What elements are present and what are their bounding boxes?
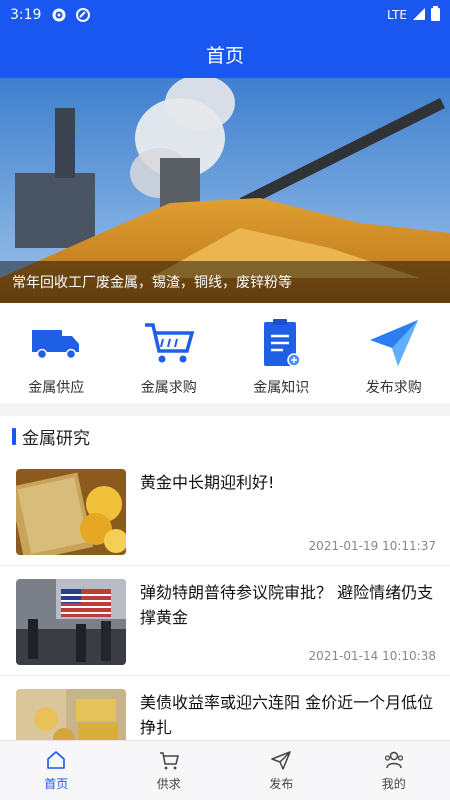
news-date: 2021-01-19 10:11:37 bbox=[308, 539, 436, 553]
news-item[interactable]: 黄金中长期迎利好! 2021-01-19 10:11:37 bbox=[0, 456, 450, 566]
section-header: 金属研究 bbox=[0, 416, 450, 456]
tab-label: 发布 bbox=[269, 777, 294, 791]
news-thumbnail bbox=[16, 469, 126, 555]
truck-icon bbox=[28, 317, 84, 369]
tab-label: 我的 bbox=[381, 777, 406, 791]
news-item[interactable]: 弹劾特朗普待参议院审批？ 避险情绪仍支撑黄金 2021-01-14 10:10:… bbox=[0, 566, 450, 676]
news-title: 黄金中长期迎利好! bbox=[140, 473, 275, 492]
quick-link-label: 金属供应 bbox=[28, 380, 85, 396]
page-title: 首页 bbox=[205, 44, 244, 67]
news-date: 2021-01-14 10:10:38 bbox=[308, 649, 436, 663]
settings-gear-icon bbox=[51, 7, 67, 23]
data-saver-icon bbox=[75, 7, 91, 23]
quick-link-label: 发布求购 bbox=[365, 380, 422, 396]
tab-mine[interactable]: 我的 bbox=[338, 741, 450, 800]
users-icon bbox=[384, 751, 403, 769]
signal-icon bbox=[413, 7, 425, 23]
metal-supply-button[interactable]: 金属供应 bbox=[0, 303, 113, 403]
tab-publish[interactable]: 发布 bbox=[225, 741, 338, 800]
status-right: LTE bbox=[387, 6, 440, 24]
tab-label: 首页 bbox=[44, 777, 69, 791]
quick-link-label: 金属知识 bbox=[253, 380, 310, 396]
metal-research-section: 金属研究 黄金中长期迎利好! 2021-01-19 10:11:37 弹劾特朗普… bbox=[0, 416, 450, 740]
news-item[interactable]: 美债收益率或迎六连阳 金价近一个月低位挣扎 bbox=[0, 676, 450, 740]
banner-caption: 常年回收工厂废金属，锡渣，铜线，废锌粉等 bbox=[0, 261, 450, 303]
news-thumbnail bbox=[16, 579, 126, 665]
cart-icon bbox=[141, 317, 197, 369]
quick-links: 金属供应 金属求购 金属知识 发布求购 bbox=[0, 303, 450, 403]
section-title: 金属研究 bbox=[22, 428, 90, 449]
bottom-tab-bar: 首页 供求 发布 我的 bbox=[0, 740, 450, 800]
news-title: 弹劾特朗普待参议院审批？ 避险情绪仍支撑黄金 bbox=[140, 583, 434, 627]
news-thumbnail bbox=[16, 689, 126, 740]
tab-label: 供求 bbox=[156, 777, 181, 791]
cart-icon bbox=[159, 752, 179, 770]
metal-knowledge-button[interactable]: 金属知识 bbox=[225, 303, 338, 403]
tab-supply-demand[interactable]: 供求 bbox=[113, 741, 226, 800]
send-icon bbox=[271, 751, 291, 770]
status-time: 3:19 bbox=[10, 7, 42, 23]
status-bar: 3:19 LTE bbox=[0, 0, 450, 30]
publish-purchase-button[interactable]: 发布求购 bbox=[338, 303, 450, 403]
banner-carousel[interactable]: 常年回收工厂废金属，锡渣，铜线，废锌粉等 bbox=[0, 78, 450, 303]
battery-icon bbox=[431, 6, 440, 24]
news-title: 美债收益率或迎六连阳 金价近一个月低位挣扎 bbox=[140, 693, 434, 737]
tab-home[interactable]: 首页 bbox=[0, 741, 113, 800]
clipboard-icon bbox=[253, 317, 309, 369]
network-type: LTE bbox=[387, 8, 407, 22]
quick-link-label: 金属求购 bbox=[140, 380, 197, 396]
app-header: 首页 bbox=[0, 30, 450, 78]
home-icon bbox=[47, 751, 66, 769]
paper-plane-icon bbox=[366, 317, 422, 369]
section-accent-bar bbox=[12, 427, 16, 445]
metal-purchase-button[interactable]: 金属求购 bbox=[113, 303, 226, 403]
